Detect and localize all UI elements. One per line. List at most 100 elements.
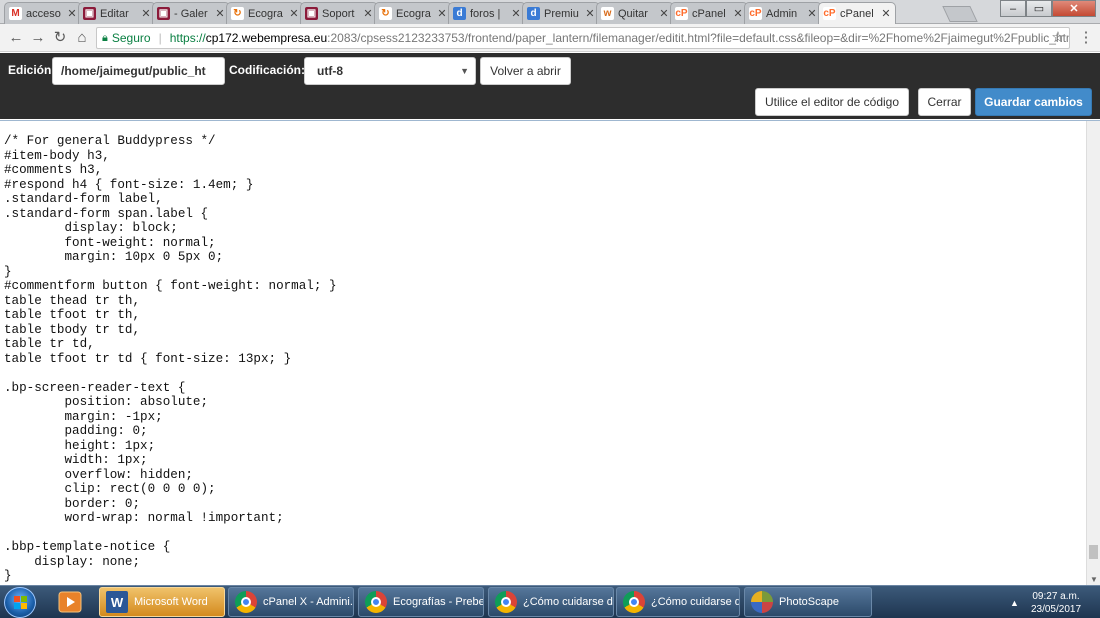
browser-tab[interactable]: ↻ Ecogra ✕ [226, 2, 304, 24]
code-line[interactable]: height: 1px; [4, 439, 337, 454]
vertical-scrollbar[interactable]: ▼ [1086, 121, 1100, 586]
close-tab-icon[interactable]: ✕ [289, 7, 299, 20]
code-editor-button[interactable]: Utilice el editor de código [755, 88, 909, 116]
browser-tab[interactable]: ↻ Ecogra ✕ [374, 2, 452, 24]
close-tab-icon[interactable]: ✕ [659, 7, 669, 20]
code-line[interactable] [4, 526, 337, 541]
code-line[interactable]: table thead tr th, [4, 294, 337, 309]
back-icon[interactable]: ← [6, 28, 26, 48]
reopen-button[interactable]: Volver a abrir [480, 57, 571, 85]
minimize-button[interactable]: ‒ [1000, 0, 1026, 17]
reload-icon[interactable]: ↻ [50, 28, 70, 48]
close-tab-icon[interactable]: ✕ [881, 7, 891, 20]
taskbar-item-label: Microsoft Word [134, 596, 208, 608]
browser-tab[interactable]: w Quitar ✕ [596, 2, 674, 24]
code-line[interactable]: word-wrap: normal !important; [4, 511, 337, 526]
w-icon: w [601, 7, 614, 20]
code-line[interactable]: overflow: hidden; [4, 468, 337, 483]
tray-expand-icon[interactable]: ▲ [1010, 598, 1019, 608]
browser-tab[interactable]: d foros | ✕ [448, 2, 526, 24]
code-line[interactable]: } [4, 265, 337, 280]
code-line[interactable]: border: 0; [4, 497, 337, 512]
close-tab-icon[interactable]: ✕ [585, 7, 595, 20]
close-tab-icon[interactable]: ✕ [733, 7, 743, 20]
code-line[interactable]: .standard-form span.label { [4, 207, 337, 222]
taskbar-item-label: cPanel X - Admini... [263, 596, 354, 608]
taskbar-item[interactable]: ¿Cómo cuidarse d... [488, 587, 614, 617]
code-line[interactable]: margin: -1px; [4, 410, 337, 425]
taskbar-item[interactable]: cPanel X - Admini... [228, 587, 354, 617]
code-line[interactable]: table tfoot tr th, [4, 308, 337, 323]
code-text[interactable]: /* For general Buddypress */#item-body h… [4, 134, 337, 584]
code-line[interactable]: width: 1px; [4, 453, 337, 468]
close-tab-icon[interactable]: ✕ [363, 7, 373, 20]
editor-icon: ▣ [305, 7, 318, 20]
code-line[interactable]: padding: 0; [4, 424, 337, 439]
encoding-select[interactable]: utf-8 ▼ [304, 57, 476, 85]
bookmark-star-icon[interactable]: ☆ [1048, 28, 1068, 48]
code-line[interactable]: font-weight: normal; [4, 236, 337, 251]
taskbar-item[interactable]: Ecografías - Prebe... [358, 587, 484, 617]
code-line[interactable]: #respond h4 { font-size: 1.4em; } [4, 178, 337, 193]
code-line[interactable]: display: block; [4, 221, 337, 236]
browser-tab[interactable]: cP Admin ✕ [744, 2, 822, 24]
close-window-button[interactable]: ✕ [1052, 0, 1096, 17]
editor-icon: ▣ [83, 7, 96, 20]
browser-tab[interactable]: cP cPanel ✕ [818, 2, 896, 24]
code-line[interactable] [4, 366, 337, 381]
browser-tab[interactable]: cP cPanel ✕ [670, 2, 748, 24]
close-tab-icon[interactable]: ✕ [67, 7, 77, 20]
file-path-field[interactable]: /home/jaimegut/public_ht [52, 57, 225, 85]
code-editor[interactable]: /* For general Buddypress */#item-body h… [0, 120, 1100, 586]
scroll-down-icon[interactable]: ▼ [1089, 575, 1099, 584]
tab-label: Ecogra [248, 7, 283, 20]
forward-icon[interactable]: → [28, 28, 48, 48]
start-button[interactable] [4, 587, 36, 618]
browser-tab[interactable]: Macceso ✕ [4, 2, 82, 24]
close-tab-icon[interactable]: ✕ [215, 7, 225, 20]
code-line[interactable]: /* For general Buddypress */ [4, 134, 337, 149]
maximize-button[interactable]: ▭ [1026, 0, 1052, 17]
code-line[interactable]: position: absolute; [4, 395, 337, 410]
close-button[interactable]: Cerrar [918, 88, 971, 116]
taskbar-item[interactable]: PhotoScape [744, 587, 872, 617]
close-tab-icon[interactable]: ✕ [141, 7, 151, 20]
code-line[interactable]: display: none; [4, 555, 337, 570]
browser-tab[interactable]: ▣ - Galer ✕ [152, 2, 230, 24]
new-tab-button[interactable] [942, 6, 978, 22]
code-line[interactable]: .bbp-template-notice { [4, 540, 337, 555]
close-tab-icon[interactable]: ✕ [437, 7, 447, 20]
close-tab-icon[interactable]: ✕ [511, 7, 521, 20]
address-bar[interactable]: 🔒︎ Seguro | https:// cp172.webempresa.eu… [96, 27, 1070, 49]
save-changes-button[interactable]: Guardar cambios [975, 88, 1092, 116]
code-line[interactable]: table tbody tr td, [4, 323, 337, 338]
cpanel-icon: cP [823, 7, 836, 20]
menu-icon[interactable]: ⋮ [1076, 28, 1096, 48]
code-line[interactable]: .bp-screen-reader-text { [4, 381, 337, 396]
scrollbar-thumb[interactable] [1089, 545, 1098, 559]
cpanel-icon: cP [749, 7, 762, 20]
browser-tab[interactable]: ▣ Editar ✕ [78, 2, 156, 24]
browser-tab[interactable]: ▣ Soport ✕ [300, 2, 378, 24]
code-line[interactable]: #item-body h3, [4, 149, 337, 164]
code-line[interactable]: #commentform button { font-weight: norma… [4, 279, 337, 294]
code-line[interactable]: } [4, 569, 337, 584]
taskbar-item[interactable]: ¿Cómo cuidarse d... [616, 587, 740, 617]
code-line[interactable]: table tfoot tr td { font-size: 13px; } [4, 352, 337, 367]
encoding-value: utf-8 [317, 64, 343, 78]
word-icon: W [106, 591, 128, 613]
close-tab-icon[interactable]: ✕ [807, 7, 817, 20]
system-clock[interactable]: 09:27 a.m. 23/05/2017 [1024, 590, 1088, 616]
home-icon[interactable]: ⌂ [72, 28, 92, 48]
media-player-icon[interactable] [58, 591, 82, 613]
code-line[interactable]: .standard-form label, [4, 192, 337, 207]
browser-tab[interactable]: d Premiu ✕ [522, 2, 600, 24]
code-line[interactable]: clip: rect(0 0 0 0); [4, 482, 337, 497]
chrome-icon [235, 591, 257, 613]
taskbar-item-label: ¿Cómo cuidarse d... [523, 596, 614, 608]
code-line[interactable]: margin: 10px 0 5px 0; [4, 250, 337, 265]
code-line[interactable]: table tr td, [4, 337, 337, 352]
code-line[interactable]: #comments h3, [4, 163, 337, 178]
tab-label: - Galer [174, 7, 208, 20]
taskbar-item[interactable]: W Microsoft Word [99, 587, 225, 617]
